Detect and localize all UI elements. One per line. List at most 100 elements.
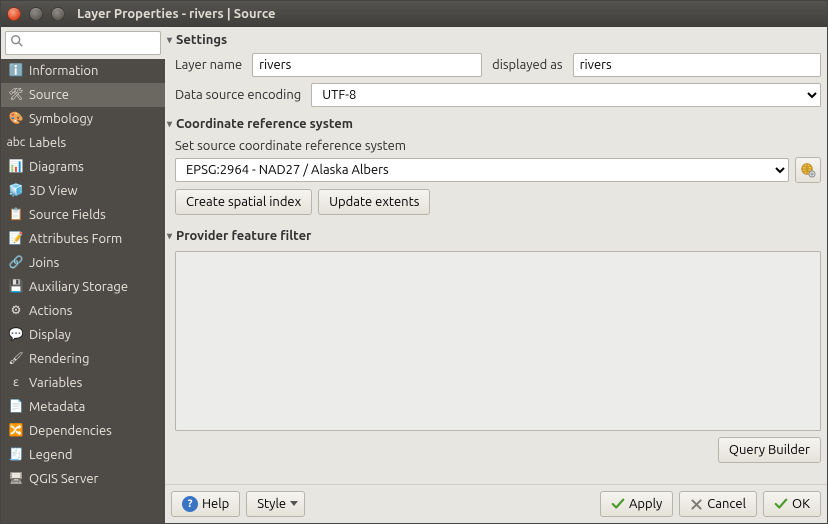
collapse-icon: ▾ (167, 34, 172, 46)
sidebar-item-information[interactable]: ℹ️Information (1, 59, 165, 83)
cancel-button[interactable]: Cancel (679, 491, 757, 517)
apply-label: Apply (629, 497, 662, 511)
section-filter-title: Provider feature filter (176, 229, 311, 243)
sidebar-item-diagrams[interactable]: 📊 Diagrams (1, 155, 165, 179)
sidebar-item-label: 3D View (29, 182, 78, 200)
crs-select[interactable]: EPSG:2964 - NAD27 / Alaska Albers (175, 158, 789, 182)
sidebar-item-label: Rendering (29, 350, 89, 368)
row-layer-name: Layer name displayed as (167, 51, 821, 81)
dependencies-icon: 🔀 (9, 422, 23, 440)
attributes-form-icon: 📝 (9, 230, 23, 248)
filter-expression-box[interactable] (175, 251, 821, 431)
source-fields-icon: 📋 (9, 206, 23, 224)
information-icon: ℹ️ (9, 62, 23, 80)
labels-icon: abc (9, 134, 23, 152)
sidebar-item-qgis-server[interactable]: 🖥 QGIS Server (1, 467, 165, 491)
sidebar-item-3d-view[interactable]: 🧊3D View (1, 179, 165, 203)
sidebar-item-source-fields[interactable]: 📋 Source Fields (1, 203, 165, 227)
dialog-footer: ? Help Style Apply (165, 484, 827, 523)
symbology-icon: 🎨 (9, 110, 23, 128)
query-builder-label: Query Builder (729, 443, 810, 457)
sidebar: ℹ️Information🛠Source🎨SymbologyabcLabels📊… (1, 27, 165, 523)
close-icon (690, 498, 703, 511)
create-spatial-index-button[interactable]: Create spatial index (175, 189, 312, 215)
globe-icon (800, 162, 816, 178)
actions-icon: ⚙ (9, 302, 23, 320)
sidebar-item-label: Actions (29, 302, 72, 320)
sidebar-item-legend[interactable]: 🧾 Legend (1, 443, 165, 467)
ok-button[interactable]: OK (763, 491, 821, 517)
close-icon[interactable] (7, 7, 21, 21)
help-label: Help (202, 497, 229, 511)
sidebar-item-actions[interactable]: ⚙ Actions (1, 299, 165, 323)
rendering-icon: 🖌 (9, 350, 23, 368)
sidebar-item-label: Joins (29, 254, 59, 272)
maximize-icon[interactable] (51, 7, 65, 21)
qgis-server-icon: 🖥 (9, 470, 23, 488)
sidebar-item-attributes-form[interactable]: 📝 Attributes Form (1, 227, 165, 251)
sidebar-item-joins[interactable]: 🔗 Joins (1, 251, 165, 275)
check-icon (611, 497, 625, 511)
minimize-icon[interactable] (29, 7, 43, 21)
sidebar-nav: ℹ️Information🛠Source🎨SymbologyabcLabels📊… (1, 59, 165, 523)
sidebar-item-label: Source (29, 86, 69, 104)
layer-name-input[interactable] (252, 53, 482, 77)
sidebar-item-label: Attributes Form (29, 230, 122, 248)
sidebar-item-label: Symbology (29, 110, 93, 128)
displayed-as-label: displayed as (492, 58, 562, 72)
sidebar-item-source[interactable]: 🛠 Source (1, 83, 165, 107)
search-icon (10, 34, 24, 48)
source-icon: 🛠 (9, 86, 23, 104)
dialog-body: ℹ️Information🛠Source🎨SymbologyabcLabels📊… (1, 27, 827, 523)
sidebar-item-label: Diagrams (29, 158, 84, 176)
crs-set-label: Set source coordinate reference system (175, 135, 821, 157)
legend-icon: 🧾 (9, 446, 23, 464)
sidebar-item-symbology[interactable]: 🎨 Symbology (1, 107, 165, 131)
query-builder-button[interactable]: Query Builder (718, 437, 821, 463)
search-input[interactable] (5, 31, 161, 55)
encoding-select[interactable]: UTF-8 (311, 83, 821, 107)
sidebar-item-dependencies[interactable]: 🔀 Dependencies (1, 419, 165, 443)
sidebar-item-labels[interactable]: abcLabels (1, 131, 165, 155)
help-button[interactable]: ? Help (171, 491, 240, 517)
sidebar-item-rendering[interactable]: 🖌 Rendering (1, 347, 165, 371)
main-panel: ▾ Settings Layer name displayed as Data … (165, 27, 827, 523)
crs-picker-button[interactable] (795, 157, 821, 183)
sidebar-item-label: QGIS Server (29, 470, 98, 488)
layer-name-label: Layer name (175, 58, 242, 72)
collapse-icon: ▾ (167, 118, 172, 130)
section-filter-header[interactable]: ▾ Provider feature filter (167, 223, 821, 247)
section-crs-header[interactable]: ▾ Coordinate reference system (167, 111, 821, 135)
chevron-down-icon (290, 501, 298, 506)
diagrams-icon: 📊 (9, 158, 23, 176)
check-icon (774, 497, 788, 511)
content-area: ▾ Settings Layer name displayed as Data … (165, 27, 827, 484)
sidebar-item-label: Display (29, 326, 71, 344)
section-settings-header[interactable]: ▾ Settings (167, 27, 821, 51)
row-encoding: Data source encoding UTF-8 (167, 81, 821, 111)
sidebar-item-label: Auxiliary Storage (29, 278, 128, 296)
collapse-icon: ▾ (167, 230, 172, 242)
ok-label: OK (792, 497, 810, 511)
sidebar-item-variables[interactable]: ε Variables (1, 371, 165, 395)
metadata-icon: 📄 (9, 398, 23, 416)
sidebar-item-label: Variables (29, 374, 82, 392)
update-extents-label: Update extents (329, 195, 419, 209)
sidebar-search (1, 27, 165, 59)
style-button[interactable]: Style (246, 491, 305, 517)
dialog-window: Layer Properties - rivers | Source ℹ️Inf… (0, 0, 828, 524)
sidebar-item-display[interactable]: 💬 Display (1, 323, 165, 347)
displayed-as-input[interactable] (573, 53, 821, 77)
encoding-label: Data source encoding (175, 88, 301, 102)
sidebar-item-auxiliary-storage[interactable]: 💾 Auxiliary Storage (1, 275, 165, 299)
joins-icon: 🔗 (9, 254, 23, 272)
auxiliary-storage-icon: 💾 (9, 278, 23, 296)
apply-button[interactable]: Apply (600, 491, 673, 517)
sidebar-item-metadata[interactable]: 📄Metadata (1, 395, 165, 419)
variables-icon: ε (9, 374, 23, 392)
sidebar-item-label: Legend (29, 446, 72, 464)
display-icon: 💬 (9, 326, 23, 344)
sidebar-item-label: Dependencies (29, 422, 112, 440)
sidebar-item-label: Source Fields (29, 206, 106, 224)
update-extents-button[interactable]: Update extents (318, 189, 430, 215)
